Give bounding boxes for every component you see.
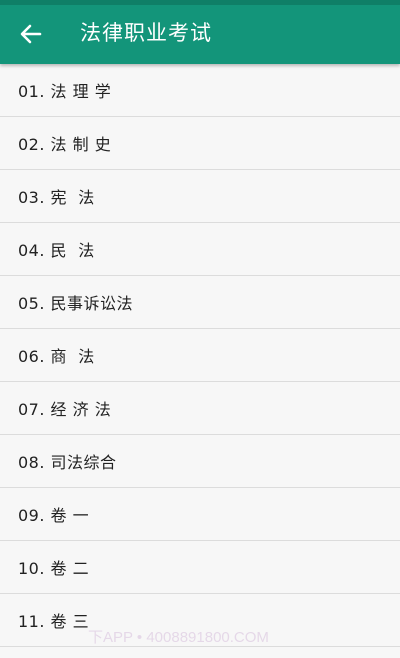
list-item[interactable]: 06. 商 法 [0,329,400,382]
list-item[interactable]: 09. 卷 一 [0,488,400,541]
list-item-label: 07. 经 济 法 [18,400,112,419]
list-item-label: 04. 民 法 [18,241,95,260]
list-item-label: 10. 卷 二 [18,559,90,578]
list-item-label: 09. 卷 一 [18,506,90,525]
list-item[interactable]: 08. 司法综合 [0,435,400,488]
back-button[interactable] [14,19,48,49]
list-item-label: 01. 法 理 学 [18,82,112,101]
app-bar: 法律职业考试 [0,0,400,64]
list-item-label: 11. 卷 三 [18,612,90,631]
exam-subject-list: 01. 法 理 学 02. 法 制 史 03. 宪 法 04. 民 法 05. … [0,64,400,658]
list-item[interactable]: 01. 法 理 学 [0,64,400,117]
list-item[interactable]: 10. 卷 二 [0,541,400,594]
list-item[interactable]: 03. 宪 法 [0,170,400,223]
list-item-label: 06. 商 法 [18,347,95,366]
page-title: 法律职业考试 [80,21,212,45]
list-item-label: 03. 宪 法 [18,188,95,207]
list-item-label: 05. 民事诉讼法 [18,294,134,313]
list-item-label: 02. 法 制 史 [18,135,112,154]
list-item[interactable]: 11. 卷 三 [0,594,400,647]
status-bar-strip [0,0,400,5]
list-item[interactable]: 02. 法 制 史 [0,117,400,170]
arrow-left-icon [20,24,42,44]
list-item[interactable]: 04. 民 法 [0,223,400,276]
list-item-label: 08. 司法综合 [18,453,117,472]
list-item[interactable]: 05. 民事诉讼法 [0,276,400,329]
list-item[interactable]: 07. 经 济 法 [0,382,400,435]
